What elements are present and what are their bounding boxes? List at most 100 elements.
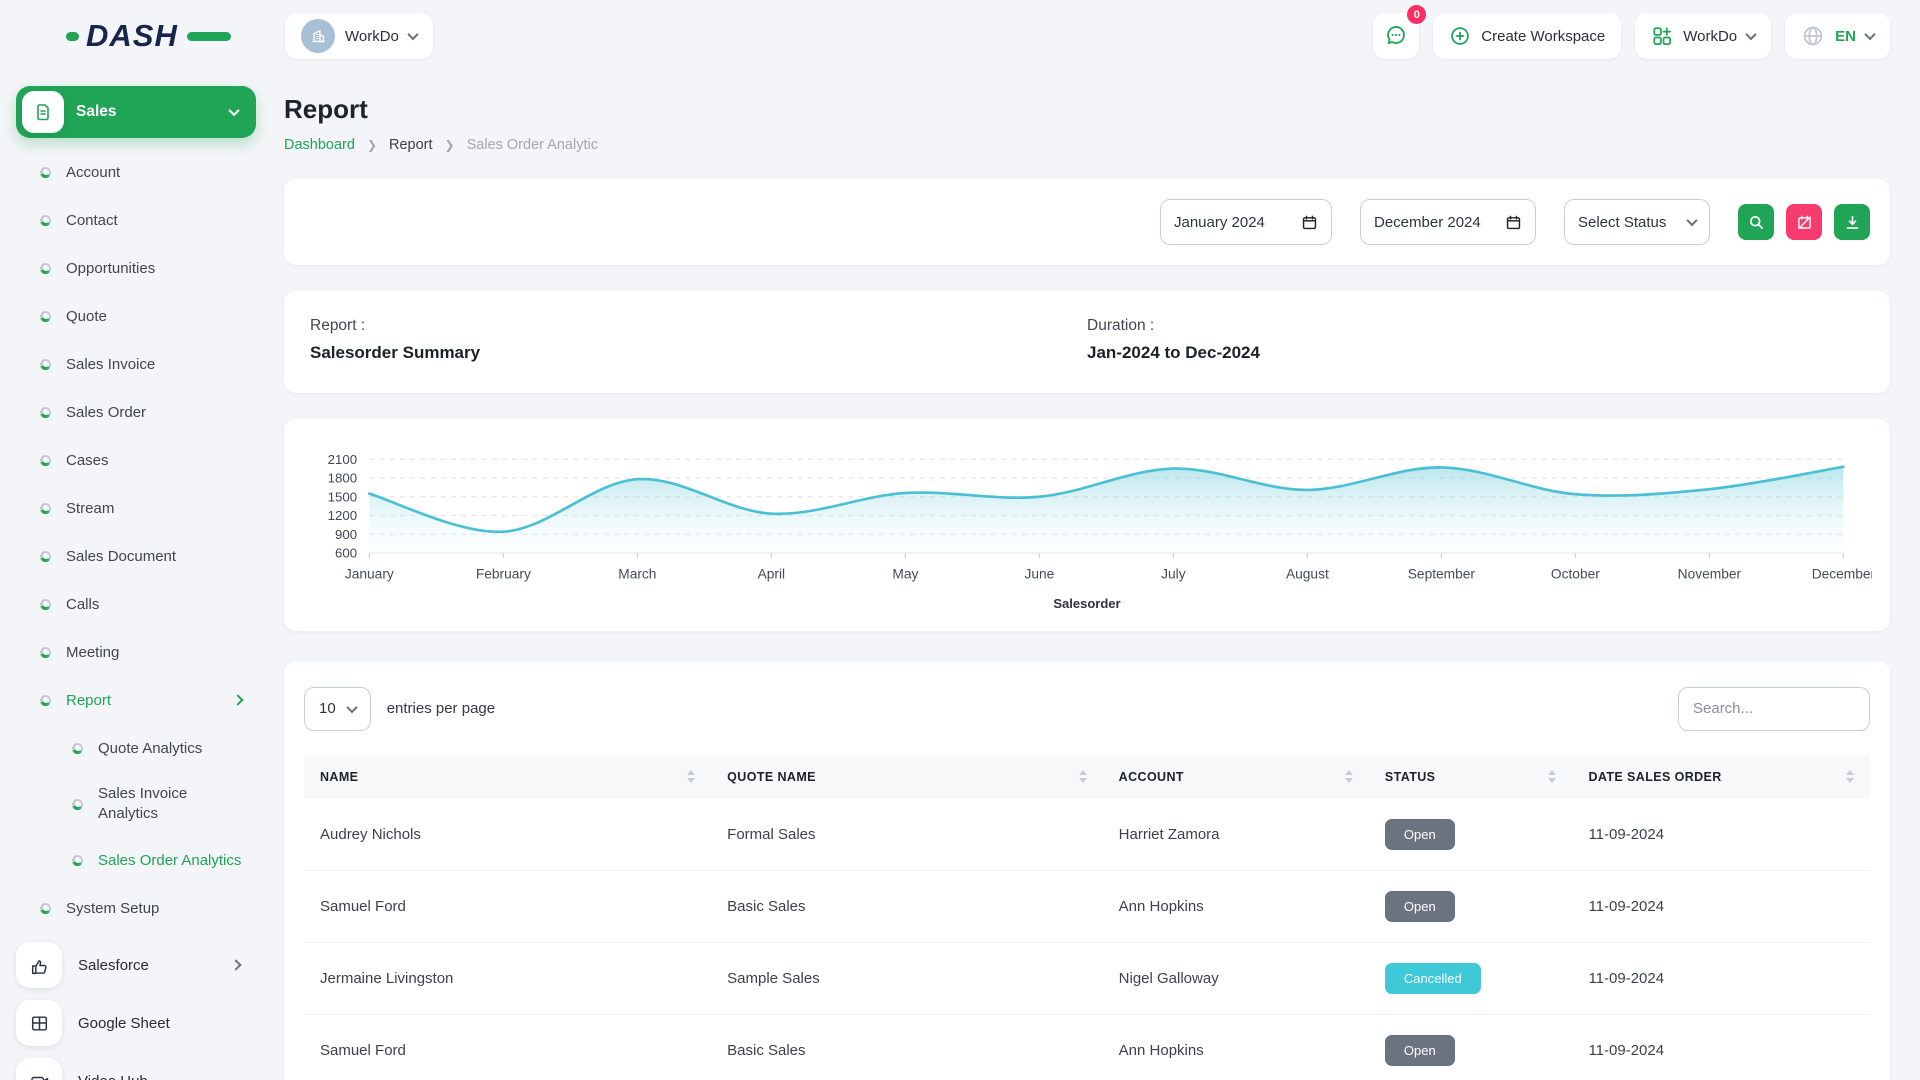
sort-icon[interactable] — [1548, 770, 1556, 783]
entries-per-page-select[interactable]: 10 — [304, 687, 371, 731]
table-header: NAME QUOTE NAME ACCOUNT STATUS DATE SALE… — [304, 755, 1870, 799]
create-workspace-label: Create Workspace — [1481, 28, 1605, 45]
sidebar-item-quote-analytics[interactable]: Quote Analytics — [16, 724, 256, 772]
end-month-input[interactable]: December 2024 — [1360, 199, 1536, 245]
chevron-down-icon — [228, 105, 239, 116]
svg-text:1800: 1800 — [328, 471, 357, 486]
sort-icon[interactable] — [1079, 770, 1087, 783]
sidebar-item-label: Report — [66, 692, 219, 709]
sort-icon[interactable] — [1345, 770, 1353, 783]
svg-text:1200: 1200 — [328, 508, 357, 523]
sidebar-item-label: Calls — [66, 596, 99, 613]
globe-icon — [1801, 24, 1825, 48]
column-header-date-sales-order[interactable]: DATE SALES ORDER — [1572, 755, 1870, 799]
sidebar-item-salesforce[interactable]: Salesforce — [16, 936, 256, 994]
sidebar-item-video-hub[interactable]: Video Hub — [16, 1052, 256, 1080]
salesorder-chart-card: 6009001200150018002100JanuaryFebruaryMar… — [284, 419, 1890, 631]
status-select[interactable]: Select Status — [1564, 199, 1710, 245]
report-label: Report : — [310, 317, 1087, 335]
bullet-icon — [40, 407, 51, 418]
column-header-account[interactable]: ACCOUNT — [1103, 755, 1369, 799]
logo-text: DASH — [86, 18, 178, 54]
sidebar-item-opportunities[interactable]: Opportunities — [16, 244, 256, 292]
chevron-separator-icon: ❯ — [367, 138, 377, 152]
column-header-status[interactable]: STATUS — [1369, 755, 1573, 799]
language-code: EN — [1835, 28, 1856, 45]
sidebar-item-sales-order-analytics[interactable]: Sales Order Analytics — [16, 836, 256, 884]
cell-status: Open — [1369, 870, 1573, 942]
sidebar-item-label: Cases — [66, 452, 109, 469]
search-icon — [1748, 214, 1765, 231]
svg-text:November: November — [1678, 567, 1742, 582]
sidebar-item-label: Sales Invoice — [66, 356, 155, 373]
download-icon — [1844, 214, 1861, 231]
workdo-menu-label: WorkDo — [1683, 28, 1737, 45]
messages-count-badge: 0 — [1407, 5, 1426, 24]
table-row: Samuel FordBasic SalesAnn HopkinsOpen11-… — [304, 870, 1870, 942]
video-camera-icon — [16, 1058, 62, 1080]
cell-name: Jermaine Livingston — [304, 942, 711, 1014]
sidebar-item-system-setup[interactable]: System Setup — [16, 884, 256, 932]
sidebar-item-cases[interactable]: Cases — [16, 436, 256, 484]
table-search-input[interactable] — [1678, 687, 1870, 731]
sidebar-item-calls[interactable]: Calls — [16, 580, 256, 628]
svg-text:May: May — [892, 567, 918, 582]
sidebar-group-sales[interactable]: Sales — [16, 86, 256, 138]
sidebar-item-contact[interactable]: Contact — [16, 196, 256, 244]
salesorder-table-card: 10 entries per page NAME QUOTE NAME ACCO… — [284, 661, 1890, 1080]
bullet-icon — [40, 215, 51, 226]
sidebar-item-sales-document[interactable]: Sales Document — [16, 532, 256, 580]
column-header-name[interactable]: NAME — [304, 755, 711, 799]
status-select-value: Select Status — [1578, 214, 1666, 231]
language-selector[interactable]: EN — [1785, 13, 1890, 59]
sidebar-item-sales-invoice-analytics[interactable]: Sales Invoice Analytics — [16, 772, 256, 836]
sidebar-item-account[interactable]: Account — [16, 148, 256, 196]
download-button[interactable] — [1834, 204, 1870, 240]
sidebar-item-quote[interactable]: Quote — [16, 292, 256, 340]
status-badge: Open — [1385, 1035, 1455, 1066]
sidebar-item-label: Quote — [66, 308, 107, 325]
sidebar-item-label: Sales Invoice Analytics — [98, 784, 248, 825]
report-value: Salesorder Summary — [310, 343, 1087, 363]
report-summary: Report : Salesorder Summary Duration : J… — [284, 291, 1890, 393]
svg-text:June: June — [1024, 567, 1054, 582]
chevron-down-icon — [1745, 29, 1756, 40]
sidebar-item-report[interactable]: Report — [16, 676, 256, 724]
breadcrumb-report[interactable]: Report — [389, 137, 433, 153]
sort-icon[interactable] — [687, 770, 695, 783]
messages-button[interactable]: 0 — [1373, 13, 1419, 59]
cell-quote-name: Basic Sales — [711, 870, 1103, 942]
bullet-icon — [40, 263, 51, 274]
sort-icon[interactable] — [1846, 770, 1854, 783]
svg-text:July: July — [1161, 567, 1186, 582]
sidebar-item-google-sheet[interactable]: Google Sheet — [16, 994, 256, 1052]
app-logo: DASH — [66, 18, 285, 54]
sidebar-item-label: Meeting — [66, 644, 119, 661]
plus-circle-icon — [1449, 25, 1471, 47]
workspace-selector[interactable]: WorkDo — [285, 13, 433, 59]
cell-quote-name: Formal Sales — [711, 799, 1103, 871]
create-workspace-button[interactable]: Create Workspace — [1433, 13, 1621, 59]
logo-dash — [187, 32, 231, 41]
breadcrumb-dashboard[interactable]: Dashboard — [284, 137, 355, 153]
svg-text:September: September — [1408, 567, 1476, 582]
sidebar-item-sales-invoice[interactable]: Sales Invoice — [16, 340, 256, 388]
clear-filter-button[interactable] — [1786, 204, 1822, 240]
cell-account: Nigel Galloway — [1103, 942, 1369, 1014]
sidebar-item-stream[interactable]: Stream — [16, 484, 256, 532]
logo-dot — [66, 32, 79, 41]
sidebar-item-meeting[interactable]: Meeting — [16, 628, 256, 676]
svg-text:December: December — [1812, 567, 1872, 582]
sidebar-item-label: Contact — [66, 212, 118, 229]
apply-filter-button[interactable] — [1738, 204, 1774, 240]
table-controls: 10 entries per page — [304, 687, 1870, 731]
building-icon — [308, 26, 328, 46]
sidebar-item-sales-order[interactable]: Sales Order — [16, 388, 256, 436]
cell-account: Ann Hopkins — [1103, 1014, 1369, 1080]
start-month-value: January 2024 — [1174, 214, 1265, 231]
column-header-quote-name[interactable]: QUOTE NAME — [711, 755, 1103, 799]
calendar-icon — [1301, 214, 1318, 231]
sidebar-apps: Salesforce Google Sheet — [16, 936, 256, 1080]
workdo-apps-menu[interactable]: WorkDo — [1635, 13, 1771, 59]
start-month-input[interactable]: January 2024 — [1160, 199, 1332, 245]
